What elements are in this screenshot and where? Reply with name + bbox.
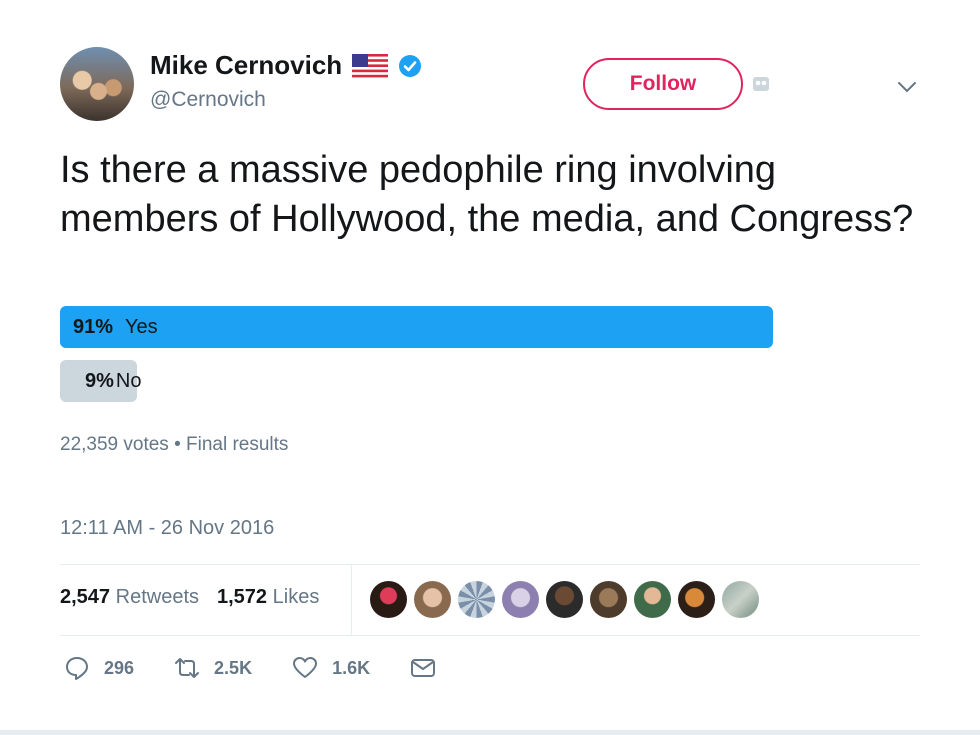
likes-stat[interactable]: 1,572 Likes xyxy=(217,586,319,609)
liker-avatar[interactable] xyxy=(370,581,407,618)
like-count: 1.6K xyxy=(332,657,371,678)
tweet-stats: 2,547 Retweets 1,572 Likes xyxy=(60,586,319,609)
like-button[interactable]: 1.6K xyxy=(292,655,370,681)
author-name-row: Mike Cernovich xyxy=(150,50,422,81)
poll-percent: 9% xyxy=(85,369,114,392)
poll-option-no: 9% No xyxy=(60,360,843,402)
liker-avatar[interactable] xyxy=(414,581,451,618)
author-avatar[interactable] xyxy=(60,47,134,121)
translate-owl-icon[interactable] xyxy=(752,75,770,93)
liker-avatar[interactable] xyxy=(546,581,583,618)
liker-avatar[interactable] xyxy=(634,581,671,618)
tweet-actions: 296 2.5K 1.6K xyxy=(64,655,490,681)
verified-badge-icon xyxy=(398,54,422,78)
heart-icon xyxy=(293,657,318,678)
message-icon xyxy=(411,659,436,677)
liker-avatar[interactable] xyxy=(678,581,715,618)
stats-divider xyxy=(351,565,352,635)
poll-option-label: 9% No xyxy=(73,360,141,402)
author-handle[interactable]: @Cernovich xyxy=(150,88,266,112)
reply-button[interactable]: 296 xyxy=(64,655,134,681)
liker-avatar[interactable] xyxy=(722,581,759,618)
poll-bar-yes xyxy=(60,306,773,348)
likers-avatars xyxy=(370,581,759,618)
tweet-card: Mike Cernovich @Cernovich Follow Is ther… xyxy=(0,0,980,735)
poll-option-label: 91% Yes xyxy=(73,306,158,348)
poll-results-meta: 22,359 votes • Final results xyxy=(60,434,289,455)
author-name[interactable]: Mike Cernovich xyxy=(150,50,342,81)
flag-usa-icon xyxy=(352,53,389,78)
reply-count: 296 xyxy=(104,657,135,678)
retweet-count: 2.5K xyxy=(214,657,253,678)
liker-avatar[interactable] xyxy=(502,581,539,618)
retweets-stat[interactable]: 2,547 Retweets xyxy=(60,586,199,609)
poll-choice: Yes xyxy=(125,315,158,338)
direct-message-button[interactable] xyxy=(410,655,450,681)
retweet-button[interactable]: 2.5K xyxy=(174,655,252,681)
poll-choice: No xyxy=(115,369,142,392)
tweet-timestamp[interactable]: 12:11 AM - 26 Nov 2016 xyxy=(60,517,274,540)
poll-option-yes: 91% Yes xyxy=(60,306,843,348)
retweet-icon xyxy=(175,658,200,678)
bottom-border xyxy=(0,730,980,735)
poll-percent: 91% xyxy=(73,315,114,338)
follow-button[interactable]: Follow xyxy=(583,58,743,110)
chevron-down-icon[interactable] xyxy=(896,76,918,98)
reply-icon xyxy=(66,657,88,680)
divider xyxy=(60,635,920,636)
tweet-text: Is there a massive pedophile ring involv… xyxy=(60,149,914,240)
liker-avatar[interactable] xyxy=(590,581,627,618)
divider xyxy=(60,564,920,565)
liker-avatar[interactable] xyxy=(458,581,495,618)
